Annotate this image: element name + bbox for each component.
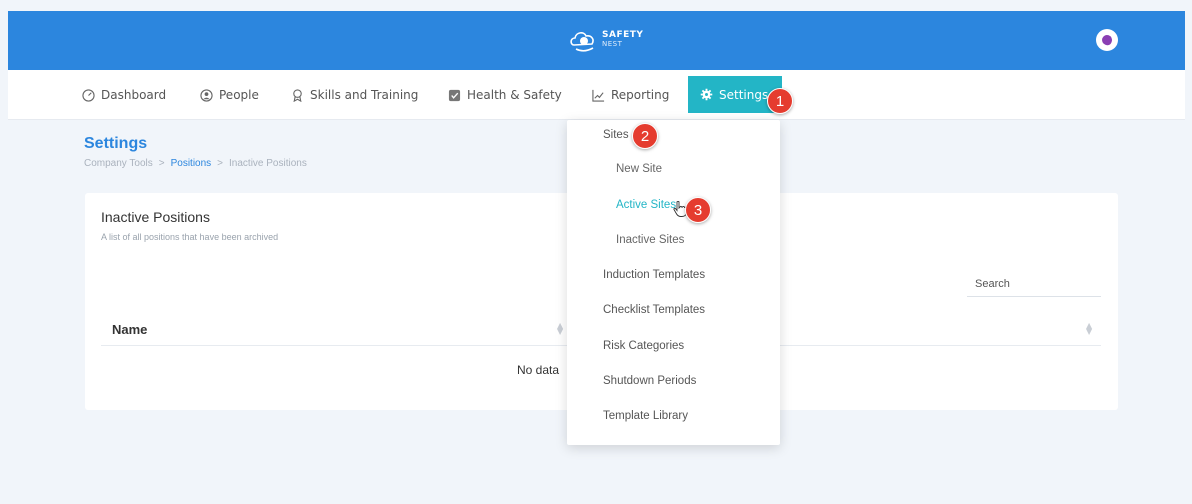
logo-line2: NEST: [602, 40, 623, 48]
top-header: SAFETY NEST: [8, 11, 1185, 70]
menu-item-shutdown-periods[interactable]: Shutdown Periods: [603, 375, 696, 387]
nav-dashboard[interactable]: Dashboard: [82, 70, 166, 120]
nav-reporting-label: Reporting: [611, 88, 670, 102]
logo-line1: SAFETY: [602, 30, 644, 40]
gear-icon: [700, 88, 713, 101]
breadcrumb: Company Tools > Positions > Inactive Pos…: [84, 158, 307, 169]
nav-skills-label: Skills and Training: [310, 88, 419, 102]
nav-people-label: People: [219, 88, 259, 102]
breadcrumb-inactive-positions: Inactive Positions: [229, 158, 307, 169]
step-marker-3: 3: [685, 197, 711, 223]
menu-item-template-library[interactable]: Template Library: [603, 410, 688, 422]
sort-icon[interactable]: ▲ ▼: [557, 322, 563, 336]
award-icon: [293, 88, 302, 102]
nav-reporting[interactable]: Reporting: [592, 70, 669, 120]
search-underline: [967, 296, 1101, 297]
search-input[interactable]: Search: [975, 278, 1010, 290]
card-title: Inactive Positions: [101, 209, 210, 225]
empty-table-message: No data: [517, 363, 560, 377]
main-nav: Dashboard People Skills and Training Hea…: [8, 70, 1185, 120]
nav-health-safety[interactable]: Health & Safety: [448, 70, 562, 120]
step-marker-2: 2: [632, 123, 658, 149]
menu-item-new-site[interactable]: New Site: [616, 163, 662, 175]
menu-item-inactive-sites[interactable]: Inactive Sites: [616, 234, 684, 246]
app-logo[interactable]: SAFETY NEST: [568, 27, 643, 53]
step-marker-1: 1: [767, 88, 793, 114]
menu-item-sites[interactable]: Sites: [603, 129, 629, 141]
breadcrumb-separator: >: [217, 158, 224, 169]
nav-health-label: Health & Safety: [467, 88, 562, 102]
menu-item-checklist-templates[interactable]: Checklist Templates: [603, 304, 705, 316]
card-subtitle: A list of all positions that have been a…: [101, 232, 279, 242]
page-title: Settings: [84, 135, 148, 152]
nav-skills-training[interactable]: Skills and Training: [291, 70, 418, 120]
column-header-name[interactable]: Name: [112, 322, 147, 337]
safety-nest-logo-icon: [570, 32, 594, 52]
menu-item-active-sites[interactable]: Active Sites: [616, 199, 676, 211]
user-avatar-icon[interactable]: [1096, 29, 1118, 51]
menu-item-risk-categories[interactable]: Risk Categories: [603, 340, 684, 352]
nav-people[interactable]: People: [200, 70, 259, 120]
chart-line-icon: [592, 89, 605, 102]
breadcrumb-positions[interactable]: Positions: [171, 158, 212, 169]
logo-text: SAFETY NEST: [602, 31, 643, 49]
person-icon: [200, 88, 213, 102]
dashboard-icon: [82, 88, 95, 102]
checkbox-icon: [448, 89, 461, 101]
breadcrumb-company-tools[interactable]: Company Tools: [84, 158, 153, 169]
sort-icon[interactable]: ▲ ▼: [1086, 322, 1092, 336]
nav-dashboard-label: Dashboard: [101, 88, 167, 102]
settings-dropdown-menu: Sites New Site Active Sites Inactive Sit…: [567, 120, 780, 445]
nav-settings-label: Settings: [719, 87, 769, 102]
menu-item-induction-templates[interactable]: Induction Templates: [603, 269, 705, 281]
breadcrumb-separator: >: [158, 158, 165, 169]
